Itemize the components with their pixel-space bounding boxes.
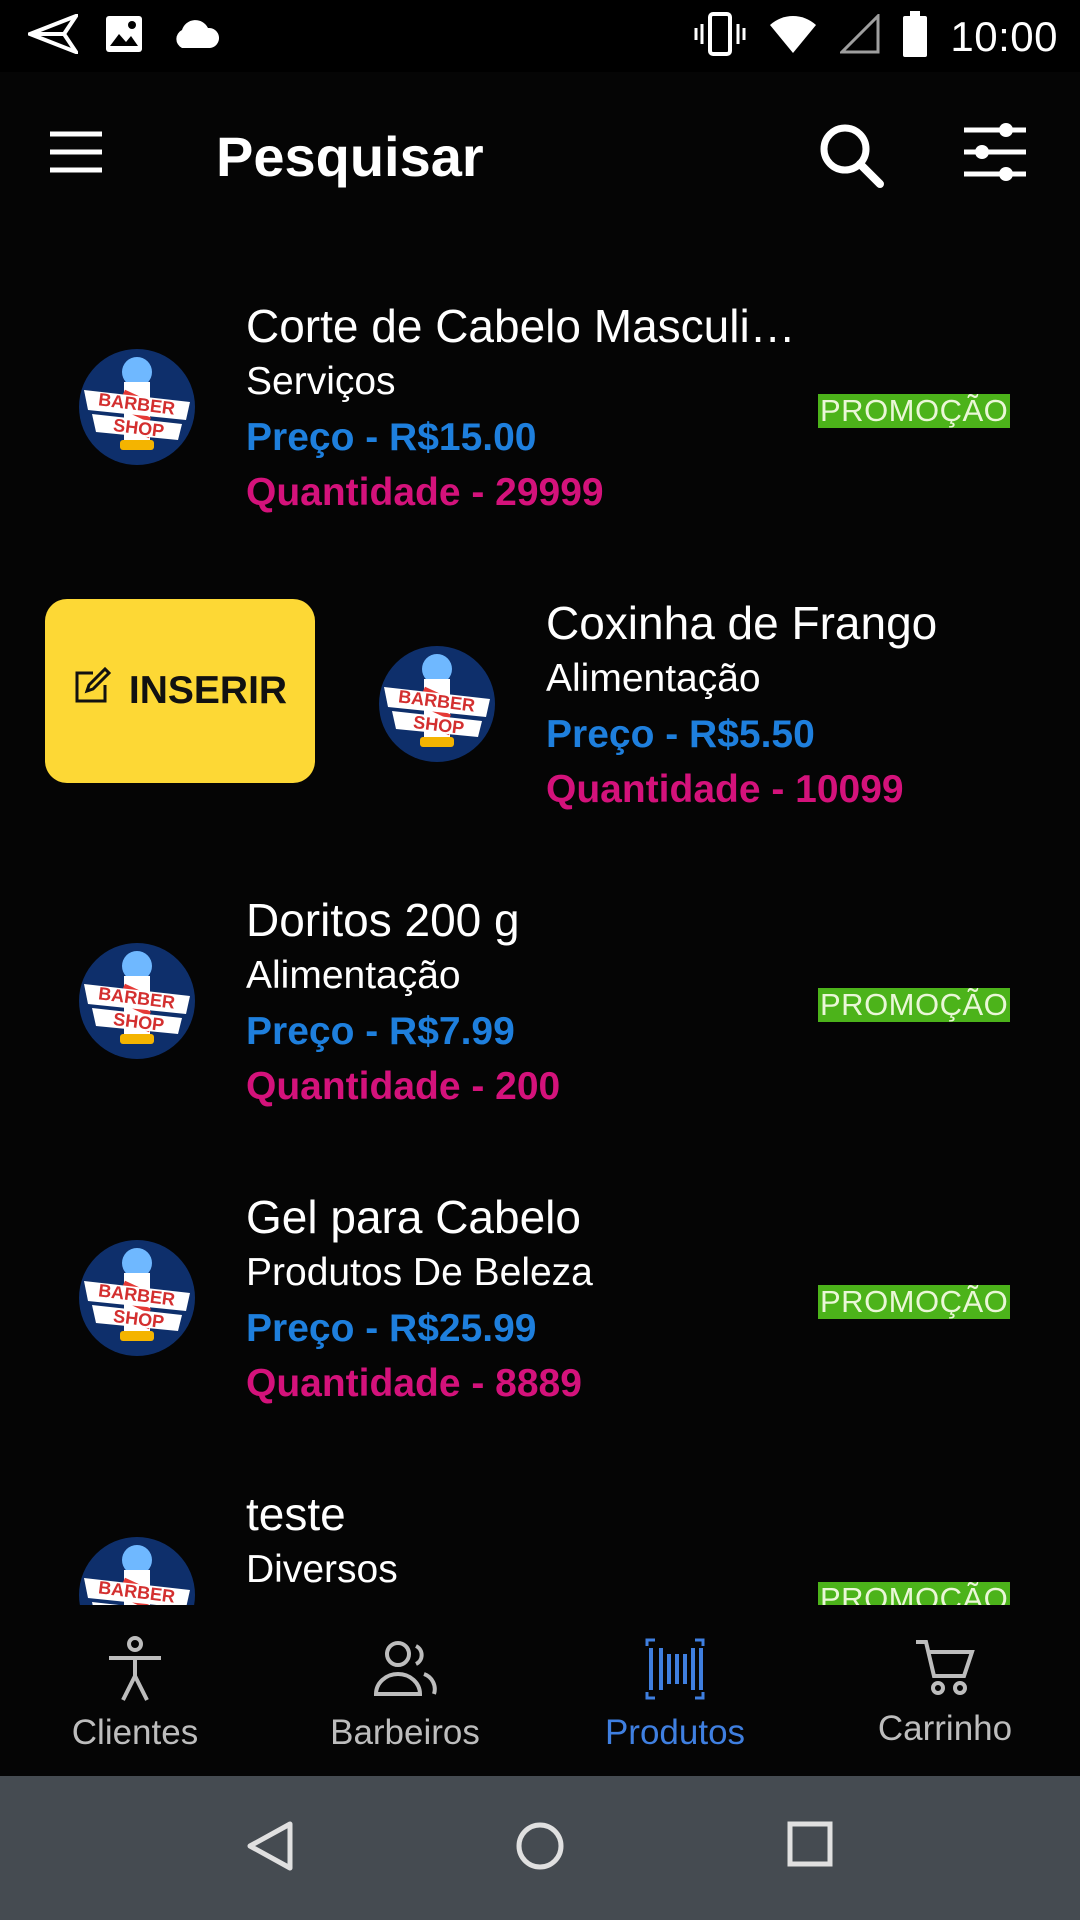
nav-label: Clientes: [71, 1713, 199, 1752]
product-quantity: Quantidade - 200: [246, 1065, 561, 1108]
product-category: Diversos: [246, 1548, 398, 1591]
promo-badge: PROMOÇÃO: [818, 1582, 1011, 1605]
product-quantity: Quantidade - 10099: [546, 768, 904, 811]
barber-shop-logo-icon: BARBER SHOP: [78, 942, 196, 1060]
product-category: Alimentação: [246, 954, 461, 997]
image-icon: [104, 14, 144, 59]
list-item[interactable]: BARBER SHOP teste Diversos PROMOÇÃO: [0, 1448, 1080, 1605]
send-icon: [24, 11, 82, 59]
product-name: Doritos 200 g: [246, 894, 520, 946]
product-category: Produtos De Beleza: [246, 1251, 593, 1294]
page-title: Pesquisar: [216, 125, 484, 188]
clock: 10:00: [950, 12, 1058, 60]
people-icon: [372, 1641, 438, 1706]
barber-shop-logo-icon: BARBER SHOP: [378, 645, 496, 763]
promo-badge: PROMOÇÃO: [818, 393, 1011, 428]
person-icon: [105, 1636, 165, 1706]
product-category: Alimentação: [546, 657, 761, 700]
product-quantity: Quantidade - 8889: [246, 1362, 582, 1405]
product-quantity: Quantidade - 29999: [246, 471, 604, 514]
product-price: Preço - R$25.99: [246, 1307, 537, 1350]
product-price: Preço - R$15.00: [246, 416, 537, 459]
nav-label: Barbeiros: [330, 1713, 480, 1752]
product-name: Coxinha de Frango: [546, 597, 938, 649]
product-list[interactable]: BARBER SHOP Corte de Cabelo Masculi… Ser…: [0, 260, 1080, 1605]
edit-icon: [73, 666, 112, 715]
battery-icon: [902, 11, 928, 62]
nav-carrinho[interactable]: Carrinho: [810, 1636, 1080, 1749]
home-icon[interactable]: [514, 1820, 566, 1877]
nav-label: Produtos: [604, 1713, 746, 1752]
cloud-icon: [170, 16, 220, 57]
product-name: teste: [246, 1488, 346, 1540]
product-name: Gel para Cabelo: [246, 1191, 581, 1243]
bottom-navigation: Clientes Barbeiros Produtos Carrinho: [0, 1606, 1080, 1776]
nav-produtos[interactable]: Produtos: [540, 1636, 810, 1753]
status-bar: 10:00: [0, 0, 1080, 72]
product-price: Preço - R$5.50: [546, 713, 815, 756]
signal-icon: [838, 12, 880, 59]
promo-badge: PROMOÇÃO: [818, 987, 1011, 1022]
filter-icon[interactable]: [962, 122, 1028, 187]
barber-shop-logo-icon: BARBER SHOP: [78, 1536, 196, 1605]
list-item[interactable]: BARBER SHOP Corte de Cabelo Masculi… Ser…: [0, 260, 1080, 557]
product-price: Preço - R$7.99: [246, 1010, 515, 1053]
product-name: Corte de Cabelo Masculi…: [246, 300, 796, 352]
system-navigation-bar: [0, 1776, 1080, 1920]
promo-badge: PROMOÇÃO: [818, 1284, 1011, 1319]
menu-icon[interactable]: [48, 130, 104, 179]
list-item[interactable]: BARBER SHOP Doritos 200 g Alimentação Pr…: [0, 854, 1080, 1151]
app-bar: Pesquisar: [0, 72, 1080, 242]
recents-icon[interactable]: [786, 1820, 834, 1873]
list-item[interactable]: BARBER SHOP Gel para Cabelo Produtos De …: [0, 1151, 1080, 1448]
insert-label: INSERIR: [128, 669, 288, 712]
barber-shop-logo-icon: BARBER SHOP: [78, 348, 196, 466]
search-icon[interactable]: [818, 122, 884, 193]
vibrate-icon: [694, 10, 746, 63]
cart-icon: [914, 1640, 976, 1702]
wifi-icon: [768, 13, 818, 60]
nav-label: Carrinho: [877, 1709, 1013, 1748]
list-item[interactable]: INSERIR BARBER SHOP Coxinha de Frango Al…: [0, 557, 1080, 854]
barber-shop-logo-icon: BARBER SHOP: [78, 1239, 196, 1357]
product-category: Serviços: [246, 360, 396, 403]
insert-button[interactable]: INSERIR: [45, 599, 315, 783]
barcode-icon: [645, 1638, 705, 1706]
nav-clientes[interactable]: Clientes: [0, 1636, 270, 1753]
nav-barbeiros[interactable]: Barbeiros: [270, 1636, 540, 1753]
back-icon[interactable]: [246, 1820, 294, 1877]
